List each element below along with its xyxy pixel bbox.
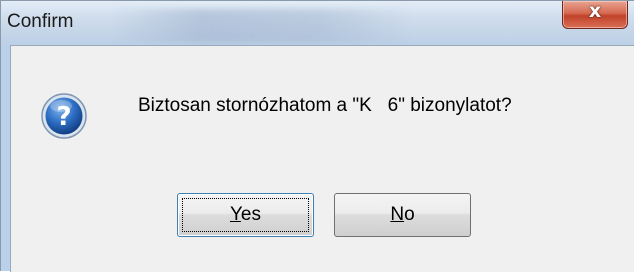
- svg-text:?: ?: [56, 102, 71, 132]
- yes-button[interactable]: Yes: [177, 193, 314, 237]
- no-mnemonic: N: [390, 204, 405, 225]
- confirm-message: Biztosan stornózhatom a "K 6" bizonylato…: [138, 95, 512, 116]
- close-icon: x: [588, 0, 602, 22]
- focus-indicator: [182, 198, 309, 232]
- close-button[interactable]: x: [562, 0, 628, 29]
- question-icon: ?: [41, 93, 87, 139]
- window-title: Confirm: [7, 11, 74, 32]
- title-bar[interactable]: Confirm x: [1, 0, 634, 45]
- no-button[interactable]: No: [334, 193, 471, 237]
- dialog-body: ? Biztosan stornózhatom a "K 6" bizonyla…: [10, 45, 634, 272]
- confirm-dialog-window: Confirm x ? Biztosan stornózhatom a "K 6…: [0, 0, 634, 272]
- no-label-rest: o: [404, 204, 415, 225]
